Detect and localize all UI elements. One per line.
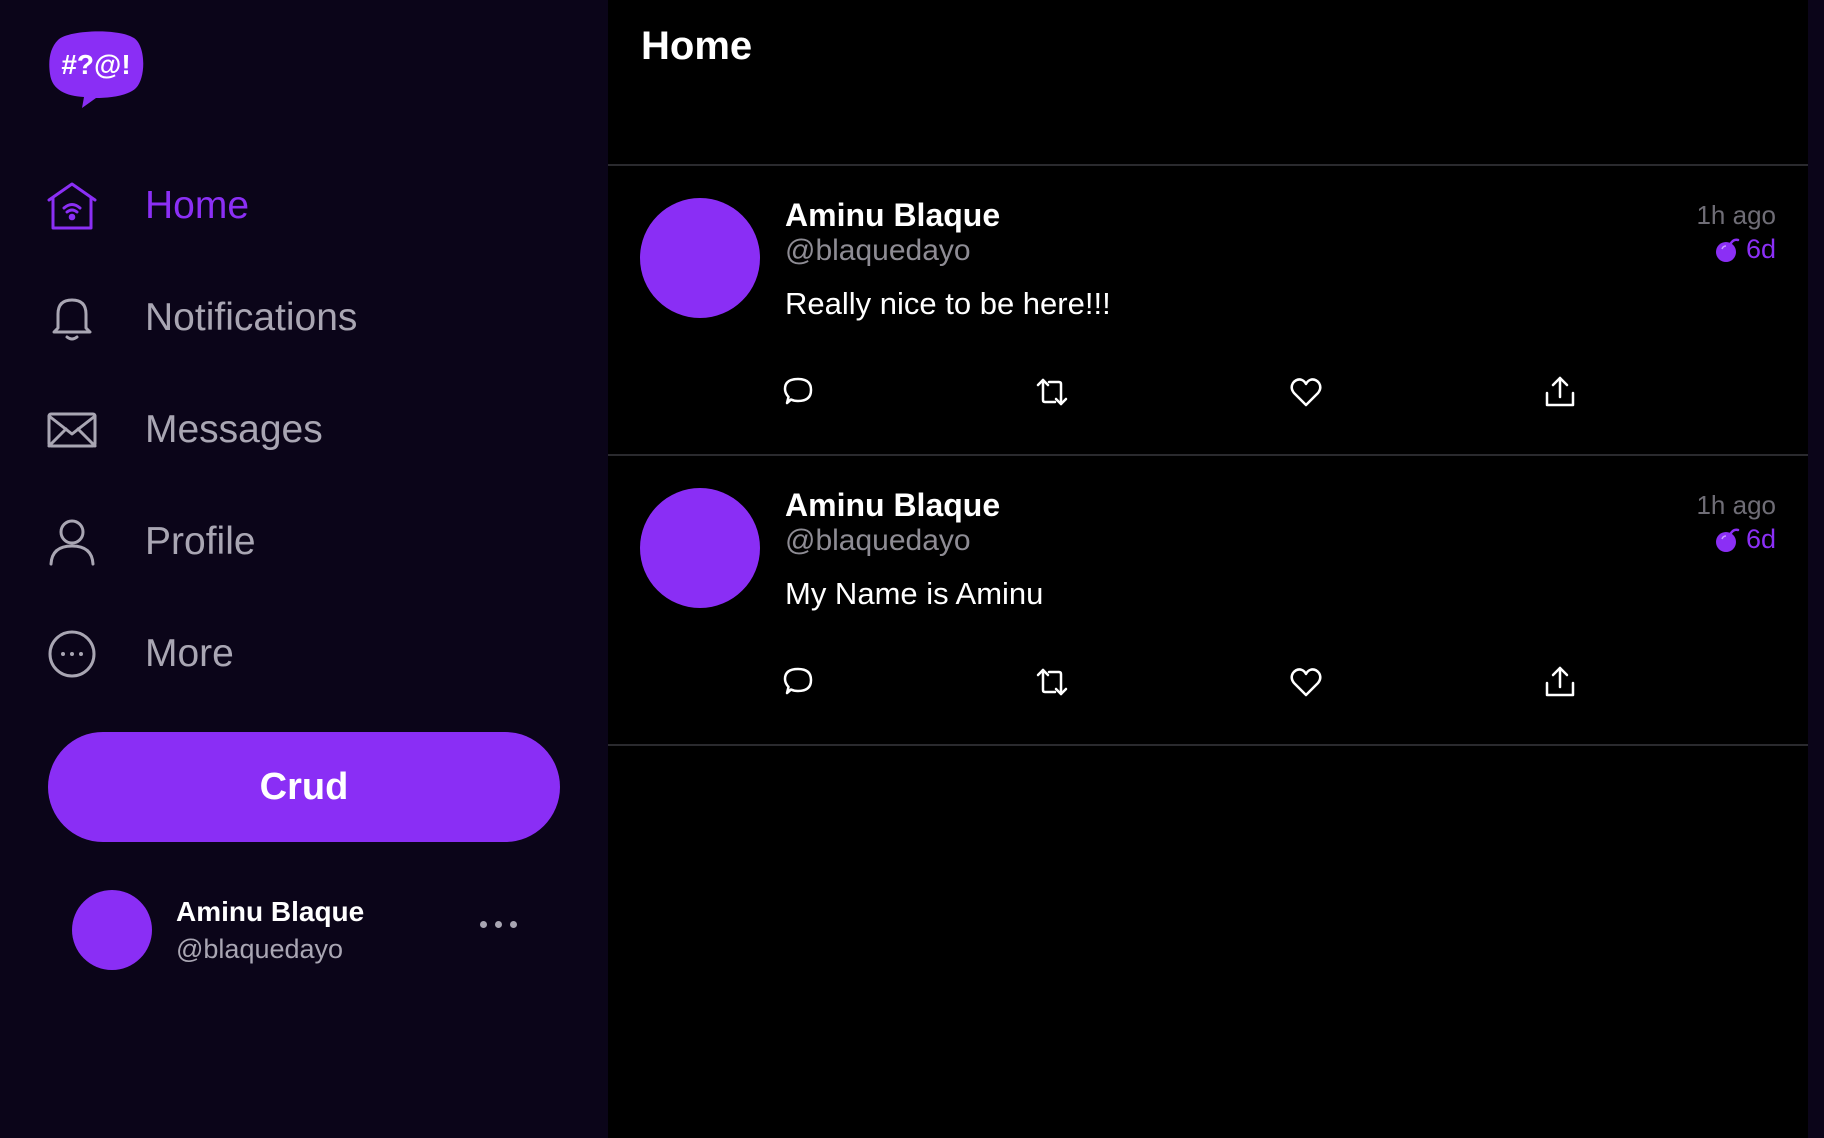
post-actions (608, 372, 1808, 416)
nav-item-messages[interactable]: Messages (0, 374, 608, 486)
post-avatar[interactable] (640, 198, 760, 318)
logo-text: #?@! (61, 49, 130, 80)
crud-button[interactable]: Crud (48, 732, 560, 842)
post-expiry: 6d (1714, 524, 1776, 555)
sidebar: #?@! Home Notifications Messages Profile… (0, 0, 608, 1138)
scrollbar-track[interactable] (1808, 0, 1824, 1138)
bomb-icon (1714, 527, 1740, 553)
nav-item-more[interactable]: More (0, 598, 608, 710)
post-author-handle: @blaquedayo (785, 524, 971, 557)
post-expiry-label: 6d (1745, 234, 1776, 264)
post-item[interactable]: Aminu Blaque @blaquedayo Really nice to … (608, 166, 1808, 456)
bell-icon (46, 292, 98, 344)
like-icon[interactable] (1286, 662, 1326, 702)
nav-item-profile[interactable]: Profile (0, 486, 608, 598)
post-timestamp: 1h ago (1696, 490, 1776, 520)
main-feed: Home Aminu Blaque @blaquedayo Really nic… (608, 0, 1808, 1138)
repost-icon[interactable] (1032, 662, 1072, 702)
person-icon (46, 516, 98, 568)
reply-icon[interactable] (778, 662, 818, 702)
account-switcher[interactable]: Aminu Blaque @blaquedayo (72, 888, 542, 972)
main-nav: Home Notifications Messages Profile More (0, 150, 608, 710)
nav-label-home: Home (145, 184, 250, 227)
app-root: #?@! Home Notifications Messages Profile… (0, 0, 1824, 1138)
post-actions (608, 662, 1808, 706)
nav-item-notifications[interactable]: Notifications (0, 262, 608, 374)
post-author-name[interactable]: Aminu Blaque (785, 487, 1000, 524)
avatar (72, 890, 152, 970)
post-expiry-label: 6d (1745, 524, 1776, 554)
post-item[interactable]: Aminu Blaque @blaquedayo My Name is Amin… (608, 456, 1808, 746)
post-text: Really nice to be here!!! (785, 286, 1111, 321)
nav-label-profile: Profile (145, 520, 256, 563)
post-expiry: 6d (1714, 234, 1776, 265)
post-timestamp: 1h ago (1696, 200, 1776, 230)
home-icon (46, 180, 98, 232)
post-author-handle: @blaquedayo (785, 234, 971, 267)
account-handle: @blaquedayo (176, 934, 344, 964)
more-circle-icon (46, 628, 98, 680)
more-horizontal-icon[interactable] (480, 914, 524, 934)
nav-label-messages: Messages (145, 408, 323, 451)
app-logo[interactable]: #?@! (48, 30, 144, 110)
post-avatar[interactable] (640, 488, 760, 608)
bomb-icon (1714, 237, 1740, 263)
share-icon[interactable] (1540, 372, 1580, 412)
post-author-name[interactable]: Aminu Blaque (785, 197, 1000, 234)
account-name: Aminu Blaque (176, 896, 365, 927)
reply-icon[interactable] (778, 372, 818, 412)
page-title: Home (641, 24, 753, 68)
nav-label-notifications: Notifications (145, 296, 358, 339)
share-icon[interactable] (1540, 662, 1580, 702)
nav-label-more: More (145, 632, 234, 675)
envelope-icon (46, 404, 98, 456)
repost-icon[interactable] (1032, 372, 1072, 412)
post-text: My Name is Aminu (785, 576, 1044, 611)
nav-item-home[interactable]: Home (0, 150, 608, 262)
like-icon[interactable] (1286, 372, 1326, 412)
